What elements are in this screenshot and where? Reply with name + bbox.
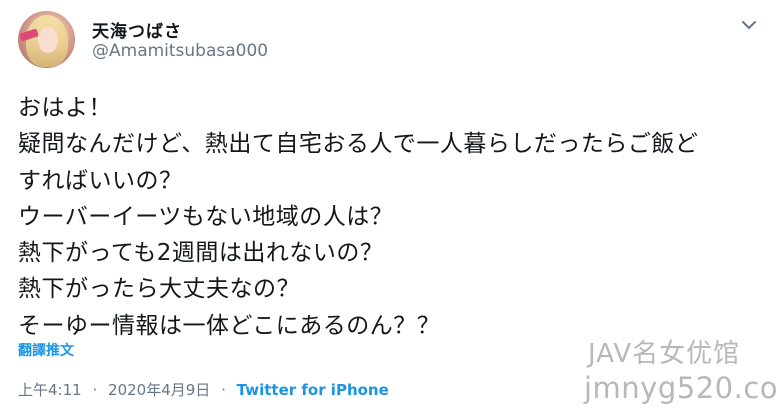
tweet-source-link[interactable]: Twitter for iPhone <box>237 381 389 399</box>
tweet-text: おはよ！ 疑問なんだけど、熱出て自宅おる人で一人暮らしだったらご飯ど すればいい… <box>18 90 773 344</box>
author-handle[interactable]: @Amamitsubasa000 <box>92 41 268 61</box>
tweet-text-line: すればいいの？ <box>18 167 183 194</box>
meta-separator: · <box>92 381 98 399</box>
tweet-text-line: ウーバーイーツもない地域の人は？ <box>18 203 394 230</box>
tweet-text-line: 熱下がっても2週間は出れないの？ <box>18 240 384 267</box>
avatar-face-shape <box>38 27 58 53</box>
tweet-card: 天海つばさ @Amamitsubasa000 おはよ！ 疑問なんだけど、熱出て自… <box>0 0 780 415</box>
tweet-time[interactable]: 上午4:11 <box>18 381 82 399</box>
translate-tweet-link[interactable]: 翻譯推文 <box>18 340 74 360</box>
tweet-text-line: おはよ！ <box>18 95 112 121</box>
author-display-name[interactable]: 天海つばさ <box>92 17 182 42</box>
tweet-metadata: 上午4:11 · 2020年4月9日 · Twitter for iPhone <box>18 379 389 400</box>
tweet-text-line: そーゆー情報は一体どこにあるのん？？ <box>18 312 441 339</box>
tweet-date[interactable]: 2020年4月9日 <box>108 381 210 399</box>
tweet-text-line: 疑問なんだけど、熱出て自宅おる人で一人暮らしだったらご飯ど <box>18 131 699 158</box>
site-watermark: JAV名女优馆 jmnyg520.com <box>574 338 780 406</box>
tweet-text-line: 熱下がったら大丈夫なの？ <box>18 276 300 303</box>
meta-separator: · <box>221 381 226 399</box>
author-avatar[interactable] <box>18 11 75 68</box>
chevron-down-icon[interactable] <box>738 14 760 36</box>
watermark-line-2: jmnyg520.com <box>584 371 780 405</box>
